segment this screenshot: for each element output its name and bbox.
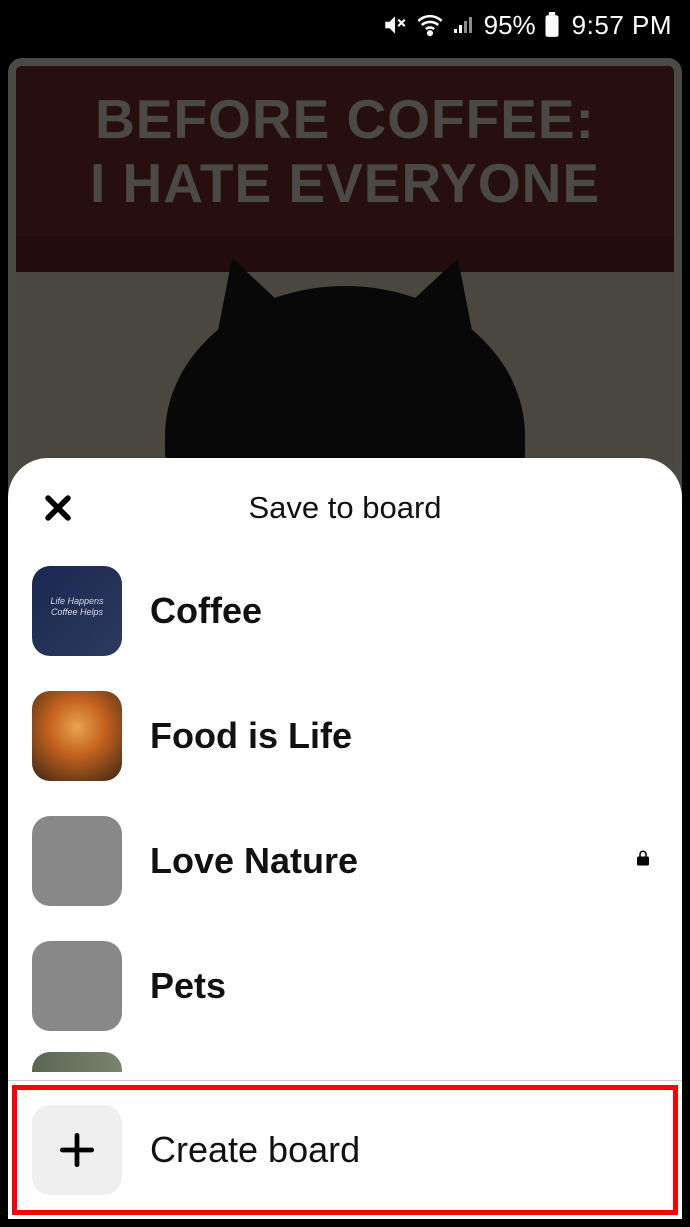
board-label: Coffee bbox=[150, 590, 658, 632]
board-row-food[interactable]: Food is Life bbox=[32, 673, 658, 798]
board-label: Love Nature bbox=[150, 840, 600, 882]
board-row-partial[interactable] bbox=[32, 1048, 658, 1076]
board-thumb bbox=[32, 941, 122, 1031]
sheet-title: Save to board bbox=[8, 490, 682, 526]
lock-icon bbox=[628, 847, 658, 874]
plus-icon bbox=[32, 1105, 122, 1195]
create-board-label: Create board bbox=[150, 1129, 360, 1171]
signal-icon bbox=[452, 13, 476, 37]
board-row-coffee[interactable]: Life HappensCoffee Helps Coffee bbox=[32, 548, 658, 673]
board-thumb: Life HappensCoffee Helps bbox=[32, 566, 122, 656]
mute-vibrate-icon bbox=[382, 12, 408, 38]
wifi-icon bbox=[416, 11, 444, 39]
board-row-nature[interactable]: Love Nature bbox=[32, 798, 658, 923]
close-button[interactable] bbox=[38, 488, 78, 528]
board-thumb bbox=[32, 816, 122, 906]
clock-time: 9:57 PM bbox=[572, 10, 672, 41]
board-label: Food is Life bbox=[150, 715, 658, 757]
board-list[interactable]: Life HappensCoffee Helps Coffee Food is … bbox=[8, 548, 682, 1080]
board-thumb bbox=[32, 691, 122, 781]
battery-percentage: 95% bbox=[484, 10, 536, 41]
board-thumb bbox=[32, 1052, 122, 1072]
status-bar: 95% 9:57 PM bbox=[0, 0, 690, 50]
board-row-pets[interactable]: Pets bbox=[32, 923, 658, 1048]
create-board-button[interactable]: Create board bbox=[8, 1081, 682, 1219]
battery-icon bbox=[544, 12, 560, 38]
board-label: Pets bbox=[150, 965, 658, 1007]
save-to-board-sheet: Save to board Life HappensCoffee Helps C… bbox=[8, 458, 682, 1219]
